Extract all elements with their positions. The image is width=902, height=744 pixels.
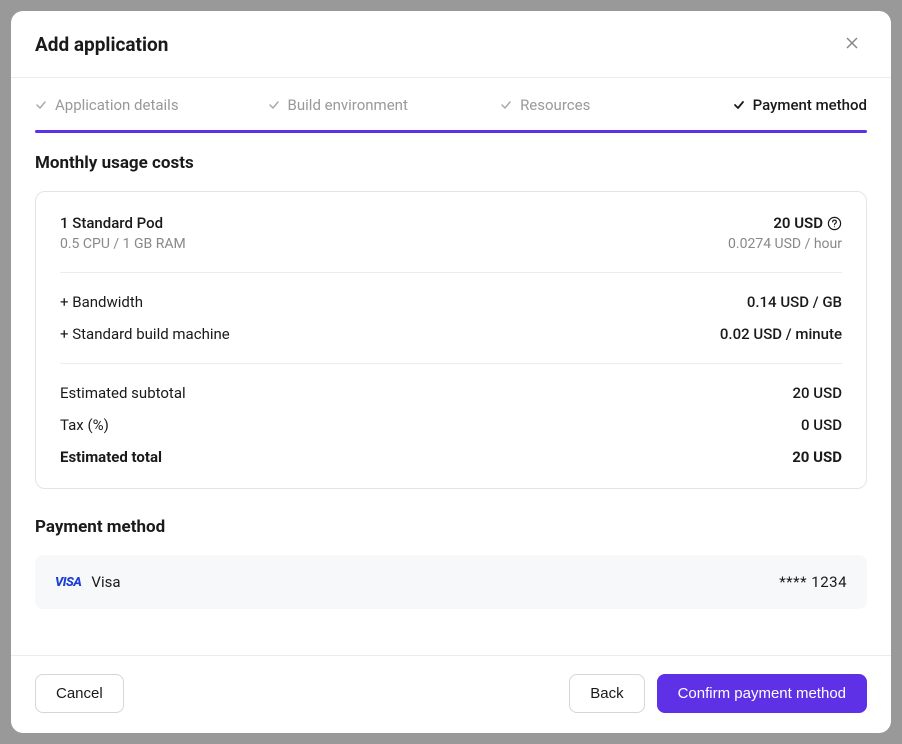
close-button[interactable] — [837, 31, 867, 57]
modal-footer: Cancel Back Confirm payment method — [11, 655, 891, 733]
build-machine-row: + Standard build machine 0.02 USD / minu… — [60, 325, 842, 343]
stepper-label: Payment method — [753, 96, 867, 114]
tax-row: Tax (%) 0 USD — [60, 416, 842, 434]
help-icon[interactable] — [827, 216, 842, 231]
subtotal-row: Estimated subtotal 20 USD — [60, 384, 842, 402]
row-label: Estimated total — [60, 448, 162, 466]
check-icon — [35, 99, 47, 111]
modal-title: Add application — [35, 33, 168, 56]
visa-logo-icon: VISA — [55, 575, 81, 590]
row-value: 20 USD — [793, 384, 842, 402]
pod-price-row: 20 USD — [773, 214, 842, 232]
stepper-item-build-environment[interactable]: Build environment — [268, 96, 501, 114]
pod-row: 1 Standard Pod 0.5 CPU / 1 GB RAM 20 USD — [60, 214, 842, 252]
row-value: 20 USD — [792, 448, 842, 466]
check-icon — [268, 99, 280, 111]
stepper-label: Resources — [520, 96, 590, 114]
close-icon — [845, 34, 859, 54]
row-label: Estimated subtotal — [60, 384, 186, 402]
row-value: 0.14 USD / GB — [747, 293, 842, 311]
bandwidth-row: + Bandwidth 0.14 USD / GB — [60, 293, 842, 311]
stepper-label: Application details — [55, 96, 179, 114]
stepper-item-application-details[interactable]: Application details — [35, 96, 268, 114]
pod-title: 1 Standard Pod — [60, 214, 186, 232]
modal-content: Monthly usage costs 1 Standard Pod 0.5 C… — [11, 133, 891, 655]
check-icon — [733, 99, 745, 111]
row-label: Tax (%) — [60, 416, 109, 434]
confirm-button[interactable]: Confirm payment method — [657, 674, 867, 713]
back-button[interactable]: Back — [569, 674, 644, 713]
payment-card-left: VISA Visa — [55, 573, 121, 591]
card-last4: **** 1234 — [779, 573, 847, 591]
row-value: 0.02 USD / minute — [720, 325, 842, 343]
pod-spec: 0.5 CPU / 1 GB RAM — [60, 236, 186, 252]
payment-method-title: Payment method — [35, 517, 867, 537]
cancel-button[interactable]: Cancel — [35, 674, 124, 713]
divider — [60, 272, 842, 273]
cost-card: 1 Standard Pod 0.5 CPU / 1 GB RAM 20 USD — [35, 191, 867, 489]
pod-rate: 0.0274 USD / hour — [728, 236, 842, 252]
pod-price: 20 USD — [773, 214, 823, 232]
modal-header: Add application — [11, 11, 891, 78]
card-brand: Visa — [91, 573, 120, 591]
check-icon — [500, 99, 512, 111]
pod-row-left: 1 Standard Pod 0.5 CPU / 1 GB RAM — [60, 214, 186, 252]
stepper-label: Build environment — [288, 96, 408, 114]
add-application-modal: Add application Application details Buil… — [11, 11, 891, 733]
footer-right: Back Confirm payment method — [569, 674, 867, 713]
payment-card[interactable]: VISA Visa **** 1234 — [35, 555, 867, 609]
divider — [60, 363, 842, 364]
row-value: 0 USD — [801, 416, 842, 434]
stepper: Application details Build environment Re… — [11, 78, 891, 114]
pod-row-right: 20 USD 0.0274 USD / hour — [728, 214, 842, 252]
stepper-item-payment-method[interactable]: Payment method — [733, 96, 867, 114]
row-label: + Standard build machine — [60, 325, 230, 343]
total-row: Estimated total 20 USD — [60, 448, 842, 466]
stepper-item-resources[interactable]: Resources — [500, 96, 733, 114]
usage-costs-title: Monthly usage costs — [35, 153, 867, 173]
row-label: + Bandwidth — [60, 293, 143, 311]
